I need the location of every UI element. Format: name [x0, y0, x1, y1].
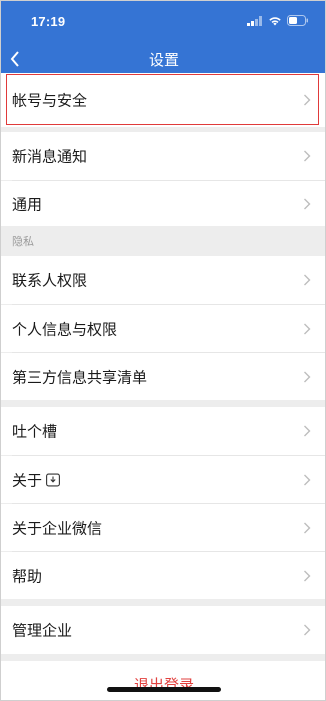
signal-icon [247, 15, 262, 26]
battery-icon [287, 15, 308, 26]
settings-item-third-party-sharing[interactable]: 第三方信息共享清单 [1, 353, 325, 400]
chevron-right-icon [304, 522, 311, 533]
chevron-right-icon [304, 570, 311, 581]
settings-item-label: 关于企业微信 [12, 519, 103, 537]
chevron-right-icon [304, 150, 311, 162]
section-title-privacy: 隐私 [12, 235, 34, 248]
chevron-right-icon [304, 474, 311, 485]
home-indicator[interactable] [107, 687, 221, 692]
settings-item-feedback[interactable]: 吐个槽 [1, 407, 325, 455]
settings-item-notifications[interactable]: 新消息通知 [1, 132, 325, 180]
status-time: 17:19 [31, 14, 66, 29]
settings-item-about[interactable]: 关于 [1, 456, 325, 503]
settings-item-label: 第三方信息共享清单 [12, 368, 148, 386]
chevron-right-icon [304, 323, 311, 334]
wifi-icon [269, 16, 281, 25]
chevron-right-icon [304, 94, 311, 106]
settings-item-label: 帐号与安全 [12, 91, 88, 110]
header: 17:19 设置 [1, 1, 325, 73]
settings-item-label: 新消息通知 [12, 147, 88, 166]
chevron-right-icon [304, 198, 311, 209]
logout-row: 退出登录 [1, 661, 325, 700]
chevron-right-icon [304, 274, 311, 286]
about-label-text: 关于 [12, 471, 43, 489]
settings-item-label: 管理企业 [12, 621, 73, 640]
download-box-icon [46, 473, 60, 486]
settings-item-label: 帮助 [12, 567, 43, 585]
chevron-right-icon [304, 624, 311, 636]
chevron-right-icon [304, 371, 311, 382]
settings-item-label: 通用 [12, 195, 43, 213]
settings-item-contact-permissions[interactable]: 联系人权限 [1, 256, 325, 304]
settings-item-manage-enterprise[interactable]: 管理企业 [1, 606, 325, 654]
settings-item-label: 联系人权限 [12, 271, 88, 290]
settings-item-about-wecom[interactable]: 关于企业微信 [1, 504, 325, 551]
settings-item-label: 个人信息与权限 [12, 320, 118, 338]
chevron-right-icon [304, 425, 311, 437]
nav-bar: 设置 [1, 45, 325, 73]
settings-item-help[interactable]: 帮助 [1, 552, 325, 599]
status-bar: 17:19 [1, 1, 325, 41]
settings-item-personal-info[interactable]: 个人信息与权限 [1, 305, 325, 352]
page-title: 设置 [148, 51, 179, 69]
settings-item-label: 关于 [12, 469, 60, 490]
settings-item-account-security[interactable]: 帐号与安全 [1, 73, 325, 127]
settings-item-label: 吐个槽 [12, 422, 58, 441]
settings-item-general[interactable]: 通用 [1, 181, 325, 226]
status-icons [247, 15, 309, 26]
settings-screen: 17:19 设置 帐号与安全 新消息通知 通用 隐私 联系人权限 个人信息与权限… [0, 0, 326, 701]
